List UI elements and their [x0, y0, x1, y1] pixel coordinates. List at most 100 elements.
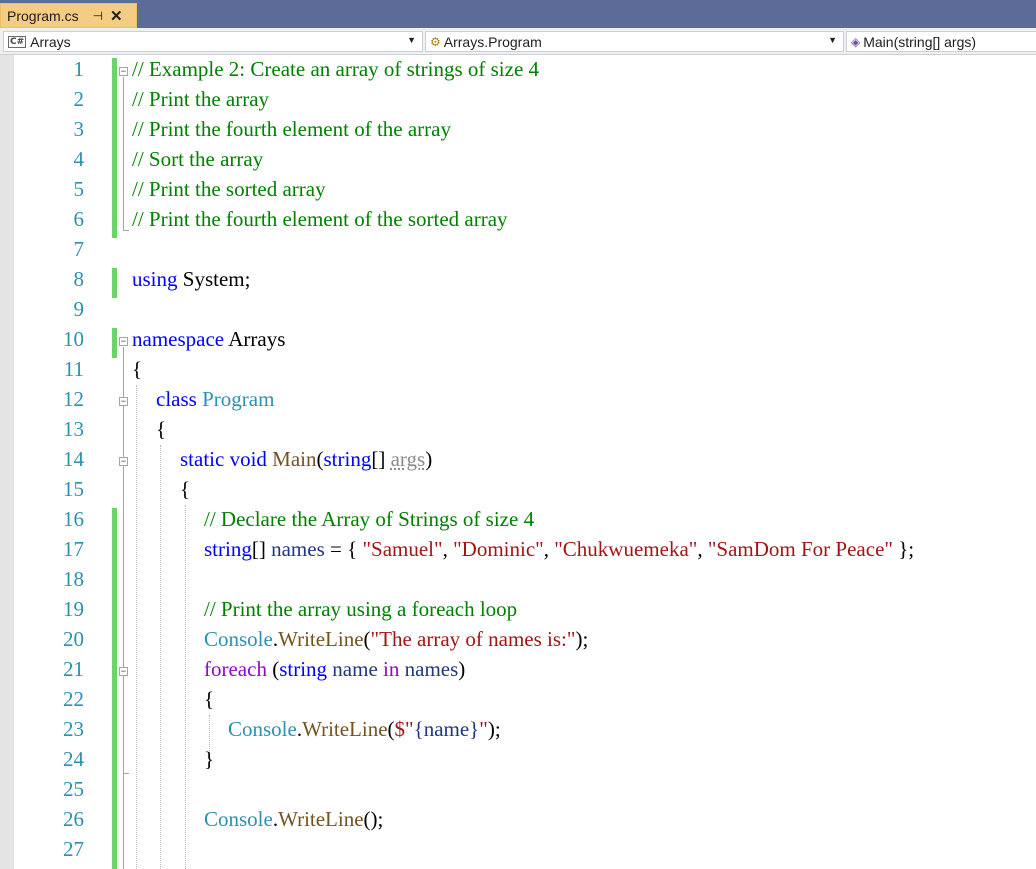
collapse-toggle[interactable]: −: [119, 457, 128, 467]
line-number: 13: [63, 417, 84, 441]
code-line-22: {: [204, 687, 215, 711]
chevron-down-icon[interactable]: ▼: [407, 35, 416, 45]
line-number: 22: [63, 687, 84, 711]
keyword: string: [279, 657, 328, 681]
editor-margin: [0, 55, 14, 869]
indent-guide: [160, 445, 161, 869]
code-line-11: {: [132, 357, 143, 381]
line-number: 18: [63, 567, 84, 591]
control-keyword: in: [377, 657, 405, 681]
code-line-4: // Sort the array: [132, 147, 264, 171]
line-number: 16: [63, 507, 84, 531]
code-text: };: [892, 537, 915, 561]
indent-guide: [185, 505, 186, 869]
code-line-17: string[] names = { "Samuel", "Dominic", …: [204, 537, 914, 562]
string-literal: "Chukwuemeka": [554, 537, 698, 561]
code-line-16: // Declare the Array of Strings of size …: [204, 507, 535, 531]
keyword: string: [323, 447, 372, 471]
variable-name: names: [404, 657, 459, 681]
code-text: []: [251, 537, 272, 561]
code-text: = {: [324, 537, 363, 561]
code-text: ,: [697, 537, 708, 561]
code-line-15: {: [180, 477, 191, 501]
tab-title[interactable]: Program.cs: [7, 8, 79, 24]
code-line-2: // Print the array: [132, 87, 270, 111]
string-literal: "The array of names is:": [370, 627, 576, 651]
outline-end: [123, 230, 129, 231]
keyword: class: [156, 387, 197, 411]
type-name: Console: [204, 627, 273, 651]
line-number: 26: [63, 807, 84, 831]
line-number: 27: [63, 837, 84, 861]
change-bar: [112, 268, 117, 298]
line-number: 2: [73, 87, 85, 111]
line-number: 6: [73, 207, 85, 231]
code-line-8: using System;: [132, 267, 250, 292]
type-name: Console: [204, 807, 273, 831]
code-line-6: // Print the fourth element of the sorte…: [132, 207, 508, 231]
indent-guide: [136, 385, 137, 869]
keyword: void: [229, 447, 267, 471]
string-literal: ": [479, 717, 488, 741]
line-number: 17: [63, 537, 84, 561]
code-line-10: namespace Arrays: [132, 327, 285, 352]
string-literal: "SamDom For Peace": [707, 537, 893, 561]
csharp-project-icon: C#: [8, 35, 27, 48]
code-editor[interactable]: 1 2 3 4 5 6 7 8 9 10 11 12 13 14 15 16 17 18 19 20 21 22 23 24 2…: [0, 55, 1036, 869]
code-text: Arrays: [224, 327, 286, 351]
outline-end: [123, 773, 129, 774]
document-tab-bar: Program.cs ⊣ ✕: [0, 0, 1036, 28]
code-line-13: {: [156, 417, 167, 441]
interpolation: {name}: [413, 717, 480, 741]
code-text: []: [371, 447, 391, 471]
class-dropdown[interactable]: ⚙ Arrays.Program ▼: [425, 31, 844, 52]
keyword: namespace: [132, 327, 225, 351]
line-number: 21: [63, 657, 84, 681]
collapse-toggle[interactable]: −: [119, 337, 128, 347]
code-text: (: [266, 657, 280, 681]
code-line-26: Console.WriteLine();: [204, 807, 383, 832]
string-literal: "Samuel": [362, 537, 443, 561]
member-dropdown[interactable]: ◈ Main(string[] args): [846, 31, 1036, 52]
line-number: 9: [73, 297, 85, 321]
code-line-14: static void Main(string[] args): [180, 447, 432, 472]
chevron-down-icon[interactable]: ▼: [828, 35, 837, 45]
control-keyword: foreach: [204, 657, 267, 681]
type-name: Program: [202, 387, 275, 411]
collapse-toggle[interactable]: −: [119, 667, 128, 677]
code-line-24: }: [204, 747, 215, 771]
collapse-toggle[interactable]: −: [119, 67, 128, 77]
collapse-toggle[interactable]: −: [119, 397, 128, 407]
change-bar: [112, 58, 117, 238]
code-text: System;: [177, 267, 251, 291]
line-number: 14: [63, 447, 84, 471]
code-text: );: [487, 717, 501, 741]
line-number: 19: [63, 597, 84, 621]
project-dropdown[interactable]: C# Arrays ▼: [3, 31, 423, 52]
method-name: WriteLine: [278, 807, 364, 831]
outline-line: [123, 347, 124, 869]
change-bar: [112, 508, 117, 869]
type-name: Console: [228, 717, 297, 741]
code-line-23: Console.WriteLine($"{name}");: [228, 717, 501, 742]
method-name: Main: [272, 447, 317, 471]
close-icon[interactable]: ✕: [110, 7, 123, 25]
method-icon: ◈: [851, 34, 861, 49]
code-text: (: [363, 627, 371, 651]
line-number: 20: [63, 627, 84, 651]
code-text: ();: [363, 807, 384, 831]
line-number: 25: [63, 777, 84, 801]
line-number: 23: [63, 717, 84, 741]
class-dropdown-label: Arrays.Program: [443, 33, 542, 50]
string-literal: $": [394, 717, 414, 741]
code-line-21: foreach (string name in names): [204, 657, 465, 682]
code-text: ,: [442, 537, 454, 561]
code-text: ): [458, 657, 466, 681]
tab-program-cs[interactable]: Program.cs ⊣ ✕: [0, 3, 137, 28]
code-line-12: class Program: [156, 387, 274, 412]
class-icon: ⚙: [430, 34, 441, 49]
pin-icon[interactable]: ⊣: [93, 9, 103, 23]
code-line-19: // Print the array using a foreach loop: [204, 597, 518, 621]
outline-line: [123, 77, 124, 230]
method-name: WriteLine: [278, 627, 364, 651]
